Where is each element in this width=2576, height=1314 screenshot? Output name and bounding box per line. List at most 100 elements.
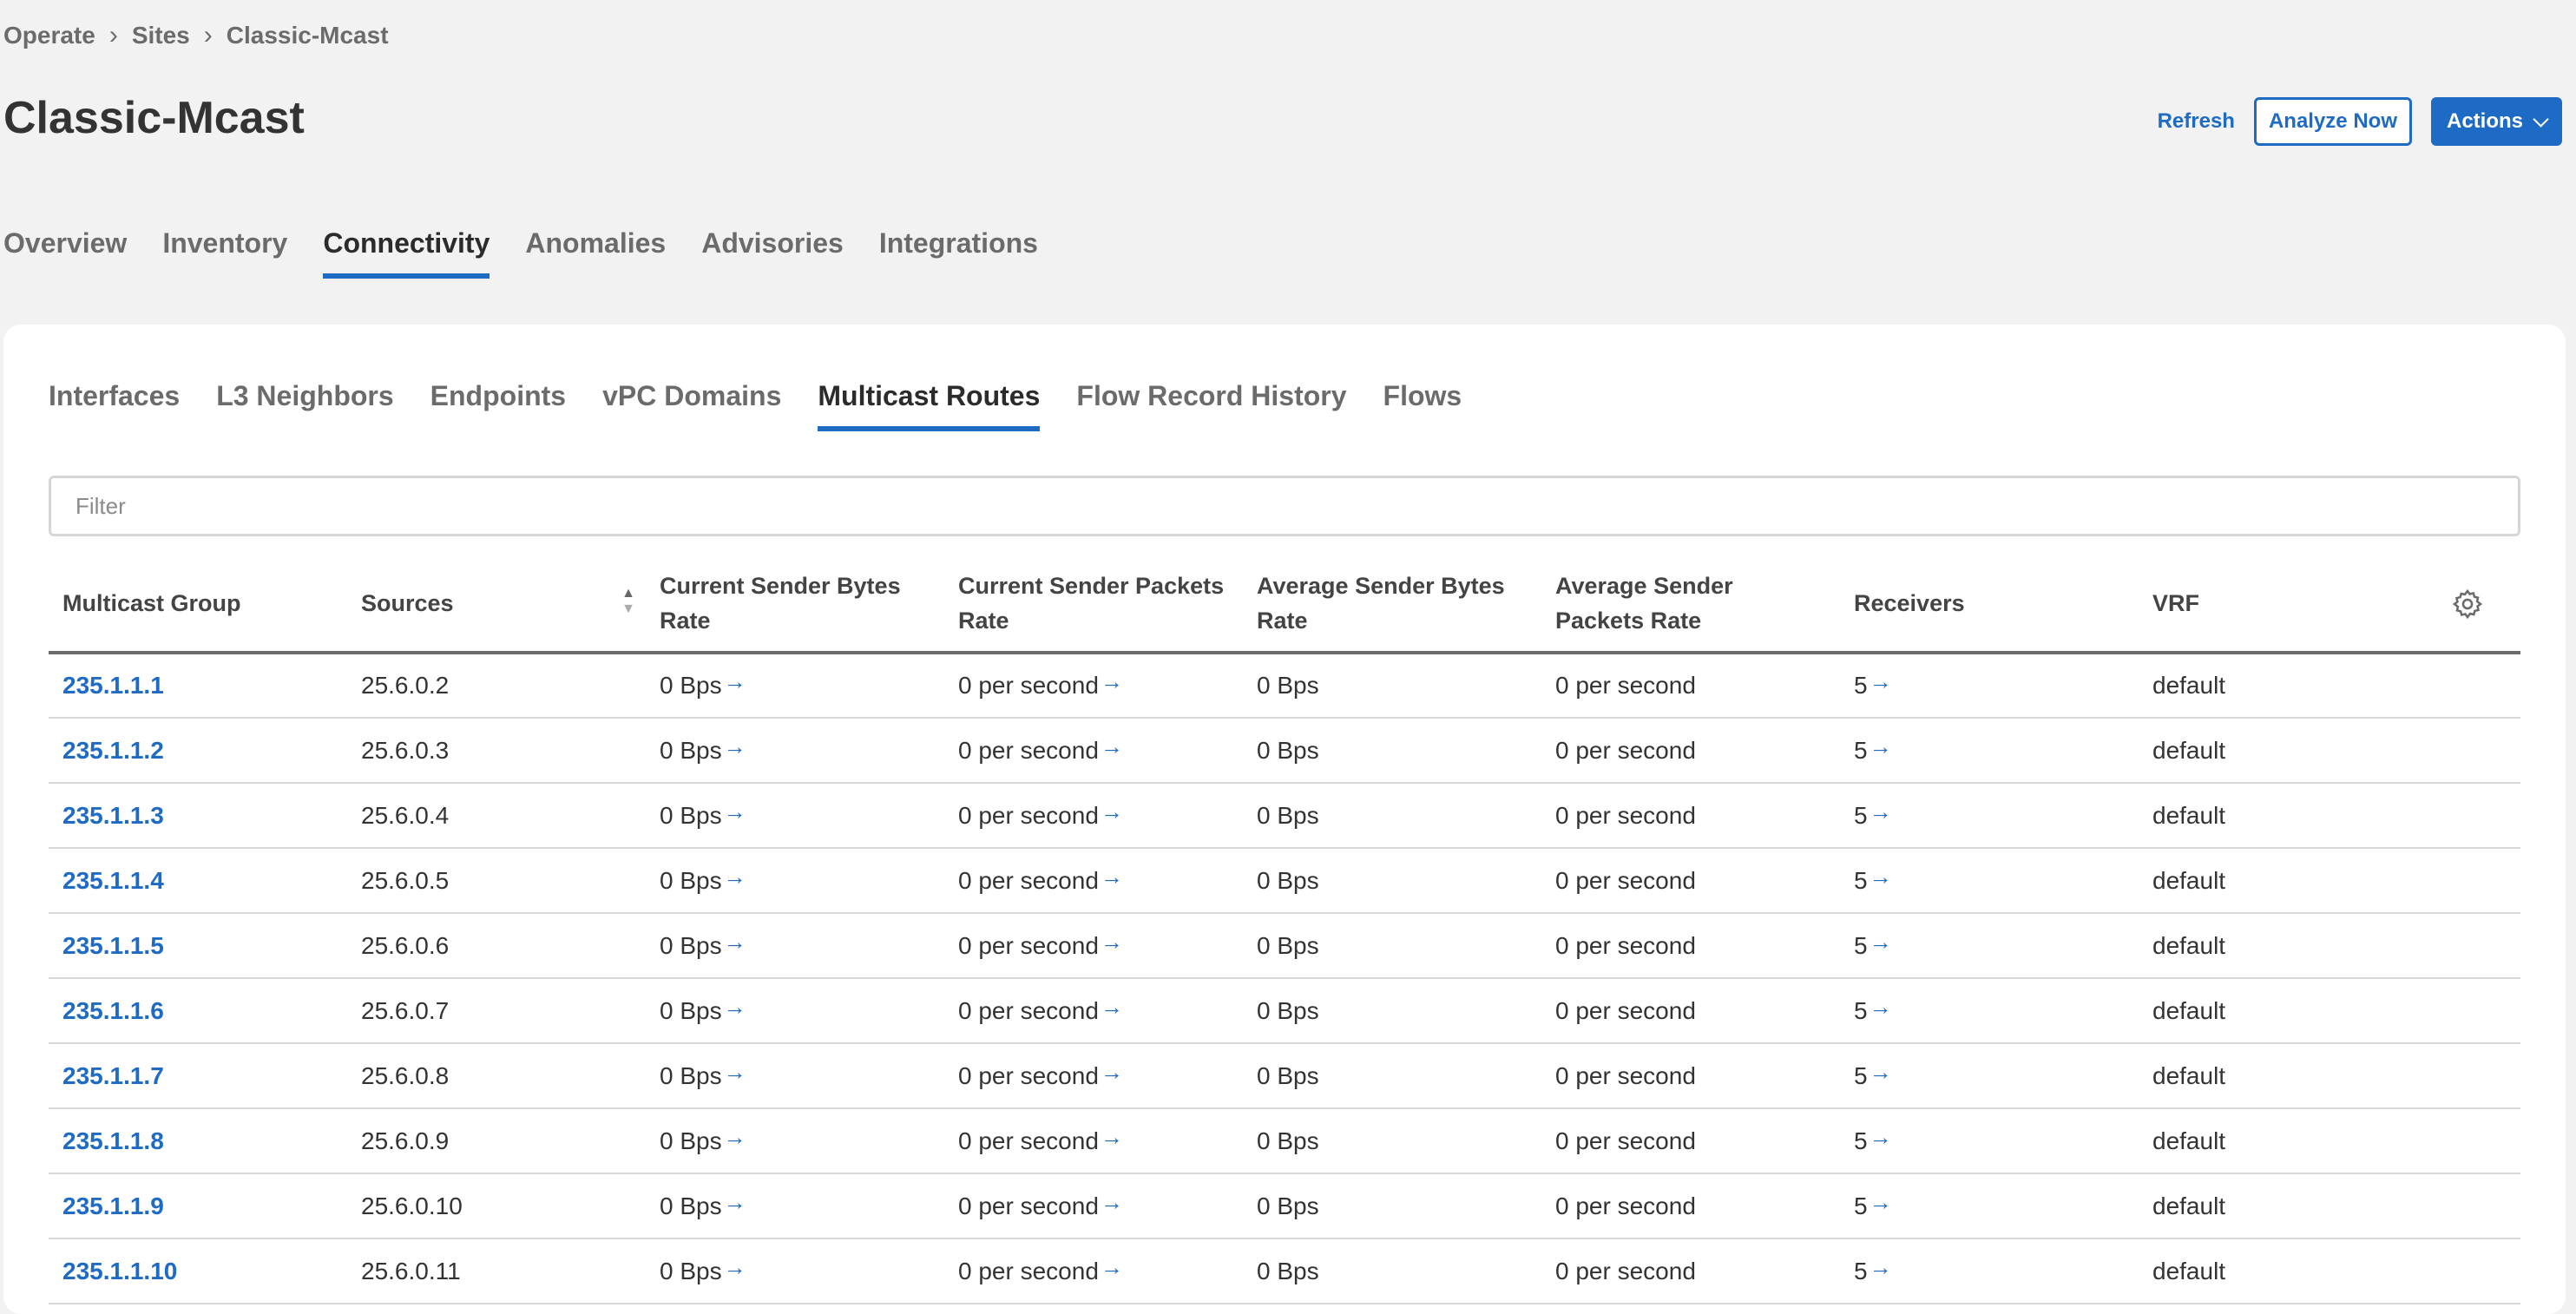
cell-vrf: default xyxy=(2139,913,2437,979)
arrow-right-icon[interactable]: → xyxy=(1101,668,1123,694)
cell-value: 5 xyxy=(1854,996,1868,1024)
arrow-right-icon[interactable]: → xyxy=(1870,1254,1892,1280)
arrow-right-icon[interactable]: → xyxy=(1101,733,1123,759)
column-header-current-sender-packets-rate[interactable]: Current Sender Packets Rate xyxy=(944,555,1243,654)
arrow-right-icon[interactable]: → xyxy=(1101,1059,1123,1085)
breadcrumb: Operate › Sites › Classic-Mcast xyxy=(3,21,389,50)
cell-receivers: 5→ xyxy=(1840,913,2139,979)
column-header-vrf[interactable]: VRF xyxy=(2139,555,2437,654)
subtab-l3-neighbors[interactable]: L3 Neighbors xyxy=(216,380,393,431)
subtab-vpc-domains[interactable]: vPC Domains xyxy=(602,380,781,431)
cell-value: 5 xyxy=(1854,801,1868,829)
arrow-right-icon[interactable]: → xyxy=(1870,668,1892,694)
analyze-now-button[interactable]: Analyze Now xyxy=(2253,97,2412,146)
multicast-group-link[interactable]: 235.1.1.7 xyxy=(62,1062,164,1089)
tab-anomalies[interactable]: Anomalies xyxy=(525,227,666,279)
arrow-right-icon[interactable]: → xyxy=(1870,798,1892,825)
arrow-right-icon[interactable]: → xyxy=(1101,1254,1123,1280)
multicast-group-link[interactable]: 235.1.1.2 xyxy=(62,737,164,764)
breadcrumb-current: Classic-Mcast xyxy=(226,22,389,49)
cell-value: 0 per second xyxy=(958,1061,1099,1089)
tab-advisories[interactable]: Advisories xyxy=(701,227,844,279)
arrow-right-icon[interactable]: → xyxy=(724,1059,746,1085)
cell-value: 0 Bps xyxy=(660,801,722,829)
arrow-right-icon[interactable]: → xyxy=(724,668,746,694)
tab-inventory[interactable]: Inventory xyxy=(162,227,287,279)
column-header-current-sender-bytes-rate[interactable]: Current Sender Bytes Rate xyxy=(646,555,944,654)
multicast-group-link[interactable]: 235.1.1.5 xyxy=(62,932,164,959)
table-row[interactable]: 235.1.1.3 25.6.0.4 0 Bps→ 0 per second→ 0 Bp… xyxy=(49,783,2520,849)
multicast-group-link[interactable]: 235.1.1.3 xyxy=(62,802,164,829)
table-row[interactable]: 235.1.1.10 25.6.0.11 0 Bps→ 0 per second→ 0 … xyxy=(49,1238,2520,1304)
arrow-right-icon[interactable]: → xyxy=(724,1124,746,1150)
tab-connectivity[interactable]: Connectivity xyxy=(323,227,490,279)
arrow-right-icon[interactable]: → xyxy=(1870,994,1892,1020)
actions-dropdown-button[interactable]: Actions xyxy=(2430,97,2562,146)
column-header-receivers[interactable]: Receivers xyxy=(1840,555,2139,654)
arrow-right-icon[interactable]: → xyxy=(1101,864,1123,890)
arrow-right-icon[interactable]: → xyxy=(1101,994,1123,1020)
column-header-average-sender-bytes-rate[interactable]: Average Sender Bytes Rate xyxy=(1243,555,1541,654)
cell-value: 0 per second xyxy=(1555,672,1696,699)
column-header-sources[interactable]: Sources ▲ ▼ xyxy=(347,555,646,654)
subtab-flows[interactable]: Flows xyxy=(1383,380,1462,431)
table-row[interactable]: 235.1.1.6 25.6.0.7 0 Bps→ 0 per second→ 0 Bp… xyxy=(49,978,2520,1044)
table-row[interactable]: 235.1.1.4 25.6.0.5 0 Bps→ 0 per second→ 0 Bp… xyxy=(49,848,2520,914)
subtab-flow-record-history[interactable]: Flow Record History xyxy=(1076,380,1346,431)
multicast-group-link[interactable]: 235.1.1.10 xyxy=(62,1258,177,1284)
subtab-endpoints[interactable]: Endpoints xyxy=(430,380,566,431)
gear-icon[interactable] xyxy=(2451,588,2484,621)
arrow-right-icon[interactable]: → xyxy=(1870,1059,1892,1085)
arrow-right-icon[interactable]: → xyxy=(724,864,746,890)
cell-value: 0 Bps xyxy=(1257,672,1319,699)
cell-value: 0 Bps xyxy=(1257,1192,1319,1219)
column-header-multicast-group[interactable]: Multicast Group xyxy=(49,555,347,654)
arrow-right-icon[interactable]: → xyxy=(1870,1124,1892,1150)
breadcrumb-operate[interactable]: Operate xyxy=(3,22,95,49)
arrow-right-icon[interactable]: → xyxy=(1870,733,1892,759)
table-row[interactable]: 235.1.1.5 25.6.0.6 0 Bps→ 0 per second→ 0 Bp… xyxy=(49,913,2520,979)
arrow-right-icon[interactable]: → xyxy=(724,798,746,825)
arrow-right-icon[interactable]: → xyxy=(724,1254,746,1280)
cell-vrf: default xyxy=(2139,1043,2437,1109)
column-header-average-sender-packets-rate[interactable]: Average Sender Packets Rate xyxy=(1541,555,1840,654)
arrow-right-icon[interactable]: → xyxy=(1101,929,1123,955)
subtab-interfaces[interactable]: Interfaces xyxy=(49,380,180,431)
subtab-multicast-routes[interactable]: Multicast Routes xyxy=(818,380,1041,431)
cell-vrf: default xyxy=(2139,1108,2437,1174)
multicast-group-link[interactable]: 235.1.1.8 xyxy=(62,1127,164,1154)
cell-spacer xyxy=(2437,1043,2520,1109)
multicast-group-link[interactable]: 235.1.1.4 xyxy=(62,867,164,894)
arrow-right-icon[interactable]: → xyxy=(1870,929,1892,955)
cell-current-bytes-rate: 0 Bps→ xyxy=(646,913,944,979)
table-row[interactable]: 235.1.1.8 25.6.0.9 0 Bps→ 0 per second→ 0 Bp… xyxy=(49,1108,2520,1174)
arrow-right-icon[interactable]: → xyxy=(1101,1189,1123,1215)
tab-integrations[interactable]: Integrations xyxy=(879,227,1038,279)
arrow-right-icon[interactable]: → xyxy=(724,994,746,1020)
multicast-group-link[interactable]: 235.1.1.6 xyxy=(62,997,164,1024)
cell-multicast-group: 235.1.1.1 xyxy=(49,653,347,719)
arrow-right-icon[interactable]: → xyxy=(724,929,746,955)
sort-icon[interactable]: ▲ ▼ xyxy=(621,586,635,617)
refresh-button[interactable]: Refresh xyxy=(2158,109,2235,134)
table-row[interactable]: 235.1.1.9 25.6.0.10 0 Bps→ 0 per second→ 0 B… xyxy=(49,1173,2520,1239)
cell-value: 0 Bps xyxy=(660,736,722,764)
cell-average-packets-rate: 0 per second xyxy=(1541,848,1840,914)
multicast-group-link[interactable]: 235.1.1.1 xyxy=(62,672,164,699)
filter-input[interactable] xyxy=(49,476,2520,536)
arrow-right-icon[interactable]: → xyxy=(1101,1124,1123,1150)
table-row[interactable]: 235.1.1.2 25.6.0.3 0 Bps→ 0 per second→ 0 Bp… xyxy=(49,718,2520,784)
arrow-right-icon[interactable]: → xyxy=(1870,864,1892,890)
arrow-right-icon[interactable]: → xyxy=(1870,1189,1892,1215)
cell-current-packets-rate: 0 per second→ xyxy=(944,1108,1243,1174)
arrow-right-icon[interactable]: → xyxy=(724,1189,746,1215)
arrow-right-icon[interactable]: → xyxy=(1101,798,1123,825)
cell-average-packets-rate: 0 per second xyxy=(1541,1173,1840,1239)
table-row[interactable]: 235.1.1.1 25.6.0.2 0 Bps→ 0 per second→ 0 Bp… xyxy=(49,653,2520,719)
breadcrumb-sites[interactable]: Sites xyxy=(132,22,190,49)
table-row[interactable]: 235.1.1.7 25.6.0.8 0 Bps→ 0 per second→ 0 Bp… xyxy=(49,1043,2520,1109)
tab-overview[interactable]: Overview xyxy=(3,227,127,279)
multicast-group-link[interactable]: 235.1.1.9 xyxy=(62,1192,164,1219)
arrow-right-icon[interactable]: → xyxy=(724,733,746,759)
sort-up-icon: ▲ xyxy=(621,586,635,601)
